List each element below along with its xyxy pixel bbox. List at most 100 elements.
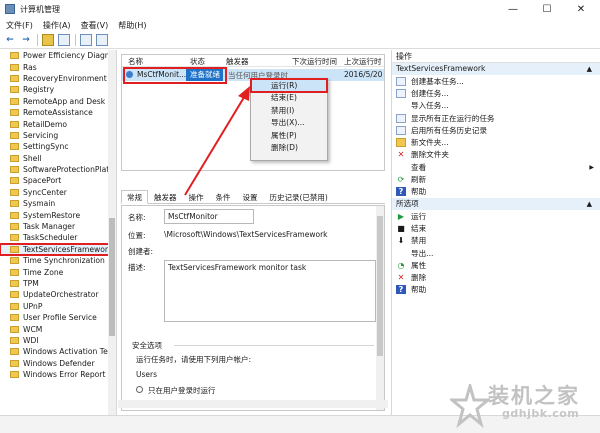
tree-item[interactable]: Sysmain <box>0 198 116 209</box>
action-help-selected[interactable]: ? 帮助 <box>392 284 600 296</box>
action-show-running-tasks[interactable]: 显示所有正在运行的任务 <box>392 112 600 124</box>
tree-item[interactable]: RemoteApp and Desk <box>0 96 116 107</box>
column-next-run[interactable]: 下次运行时间 <box>292 56 337 67</box>
tree-item[interactable]: Windows Defender <box>0 358 116 369</box>
action-disable[interactable]: ⬇ 禁用 <box>392 235 600 247</box>
tree-item[interactable]: UpdateOrchestrator <box>0 289 116 300</box>
action-import-task[interactable]: 导入任务... <box>392 100 600 112</box>
action-label: 删除 <box>411 273 427 283</box>
tree-item[interactable]: SyncCenter <box>0 187 116 198</box>
tree-item[interactable]: SystemRestore <box>0 209 116 220</box>
tree-item[interactable]: Servicing <box>0 130 116 141</box>
context-menu-end[interactable]: 结束(E) <box>251 92 327 105</box>
tree-item[interactable]: Time Zone <box>0 266 116 277</box>
menu-action[interactable]: 操作(A) <box>43 20 71 31</box>
tree-item[interactable]: SpacePort <box>0 175 116 186</box>
tree-item[interactable]: Registry <box>0 84 116 95</box>
tree-item[interactable]: RecoveryEnvironment <box>0 73 116 84</box>
action-label: 删除文件夹 <box>411 150 449 160</box>
folder-icon <box>10 245 19 253</box>
tree-item[interactable]: SettingSync <box>0 141 116 152</box>
tree-item[interactable]: WDI <box>0 335 116 346</box>
tree-item[interactable]: Time Synchronization <box>0 255 116 266</box>
action-label: 刷新 <box>411 175 427 185</box>
computer-management-icon <box>5 4 15 14</box>
action-enable-history[interactable]: 启用所有任务历史记录 <box>392 124 600 136</box>
up-folder-icon[interactable] <box>42 34 54 46</box>
menu-file[interactable]: 文件(F) <box>6 20 33 31</box>
tree-item-label: RetailDemo <box>23 119 68 129</box>
tree-item[interactable]: User Profile Service <box>0 312 116 323</box>
details-scrollbar[interactable] <box>376 206 384 410</box>
action-label: 帮助 <box>411 285 427 295</box>
radio-logged-on-only[interactable] <box>136 386 143 393</box>
action-run[interactable]: ▶ 运行 <box>392 210 600 222</box>
show-action-pane-icon[interactable] <box>96 34 108 46</box>
security-options-title: 安全选项 <box>132 341 162 350</box>
tree-item[interactable]: TPM <box>0 278 116 289</box>
action-refresh[interactable]: ⟳ 刷新 <box>392 173 600 185</box>
action-end[interactable]: ■ 结束 <box>392 222 600 234</box>
context-menu-properties[interactable]: 属性(P) <box>251 129 327 142</box>
tree-item[interactable]: TaskScheduler <box>0 232 116 243</box>
tree-scrollbar[interactable] <box>108 50 116 415</box>
tree-item[interactable]: WCM <box>0 323 116 334</box>
back-arrow-icon[interactable]: ← <box>4 34 16 46</box>
minimize-button[interactable]: — <box>496 0 530 18</box>
action-create-task[interactable]: 创建任务... <box>392 87 600 99</box>
column-status[interactable]: 状态 <box>190 56 205 67</box>
tree-item-label: SoftwareProtectionPlat <box>23 165 110 175</box>
action-delete-folder[interactable]: ✕ 删除文件夹 <box>392 149 600 161</box>
tree-item[interactable]: Task Manager <box>0 221 116 232</box>
collapse-caret-icon[interactable]: ▲ <box>587 63 592 75</box>
tab-triggers[interactable]: 触发器 <box>148 190 183 204</box>
actions-group-folder[interactable]: TextServicesFramework ▲ <box>392 63 600 75</box>
action-delete[interactable]: ✕ 删除 <box>392 271 600 283</box>
menu-view[interactable]: 查看(V) <box>81 20 109 31</box>
folder-icon <box>10 280 19 287</box>
description-label: 描述: <box>128 263 146 272</box>
folder-icon <box>10 86 19 94</box>
collapse-caret-icon[interactable]: ▲ <box>587 198 592 210</box>
name-field[interactable]: MsCtfMonitor <box>164 209 254 224</box>
column-trigger[interactable]: 触发器 <box>226 56 249 67</box>
folder-icon <box>10 291 19 299</box>
tree-item[interactable]: SoftwareProtectionPlat <box>0 164 116 175</box>
tree-item[interactable]: Windows Activation Te <box>0 346 116 357</box>
center-horizontal-scrollbar[interactable] <box>118 400 388 408</box>
close-button[interactable]: ✕ <box>564 0 598 18</box>
action-new-folder[interactable]: 新文件夹... <box>392 136 600 148</box>
tree-item[interactable]: Ras <box>0 61 116 72</box>
folder-icon <box>10 336 19 344</box>
tree-item[interactable]: RetailDemo <box>0 118 116 129</box>
tree-item[interactable]: Windows Error Report <box>0 369 116 380</box>
context-menu-export[interactable]: 导出(X)... <box>251 117 327 130</box>
menu-help[interactable]: 帮助(H) <box>118 20 146 31</box>
forward-arrow-icon[interactable]: → <box>20 34 32 46</box>
column-name[interactable]: 名称 <box>128 56 143 67</box>
context-menu-run[interactable]: 运行(R) <box>250 78 328 93</box>
tree-item[interactable]: UPnP <box>0 301 116 312</box>
maximize-button[interactable]: ☐ <box>530 0 564 18</box>
details-scroll-thumb[interactable] <box>377 216 383 356</box>
description-field[interactable]: TextServicesFramework monitor task <box>164 260 376 322</box>
tree-item[interactable]: Power Efficiency Diagn <box>0 50 116 61</box>
tree-scroll-thumb[interactable] <box>109 218 115 336</box>
tree-item[interactable]: RemoteAssistance <box>0 107 116 118</box>
actions-group-selected[interactable]: 所选项 ▲ <box>392 197 600 210</box>
tab-general[interactable]: 常规 <box>121 190 148 204</box>
action-export[interactable]: 导出... <box>392 247 600 259</box>
task-list-header: 名称 状态 触发器 下次运行时间 上次运行时间 <box>122 55 384 77</box>
context-menu-delete[interactable]: 删除(D) <box>251 142 327 155</box>
action-properties[interactable]: ◔ 属性 <box>392 259 600 271</box>
action-create-basic-task[interactable]: 创建基本任务... <box>392 75 600 87</box>
tree-item-label: Sysmain <box>23 199 56 209</box>
help-icon[interactable] <box>80 34 92 46</box>
action-view[interactable]: 查看 ▶ <box>392 161 600 173</box>
tree-item[interactable]: Shell <box>0 153 116 164</box>
action-help[interactable]: ? 帮助 <box>392 186 600 198</box>
actions-header: 操作 <box>392 50 600 63</box>
context-menu-disable[interactable]: 禁用(I) <box>251 104 327 117</box>
show-tree-icon[interactable] <box>58 34 70 46</box>
tree-item-textservicesframework[interactable]: TextServicesFramewor <box>0 242 116 257</box>
